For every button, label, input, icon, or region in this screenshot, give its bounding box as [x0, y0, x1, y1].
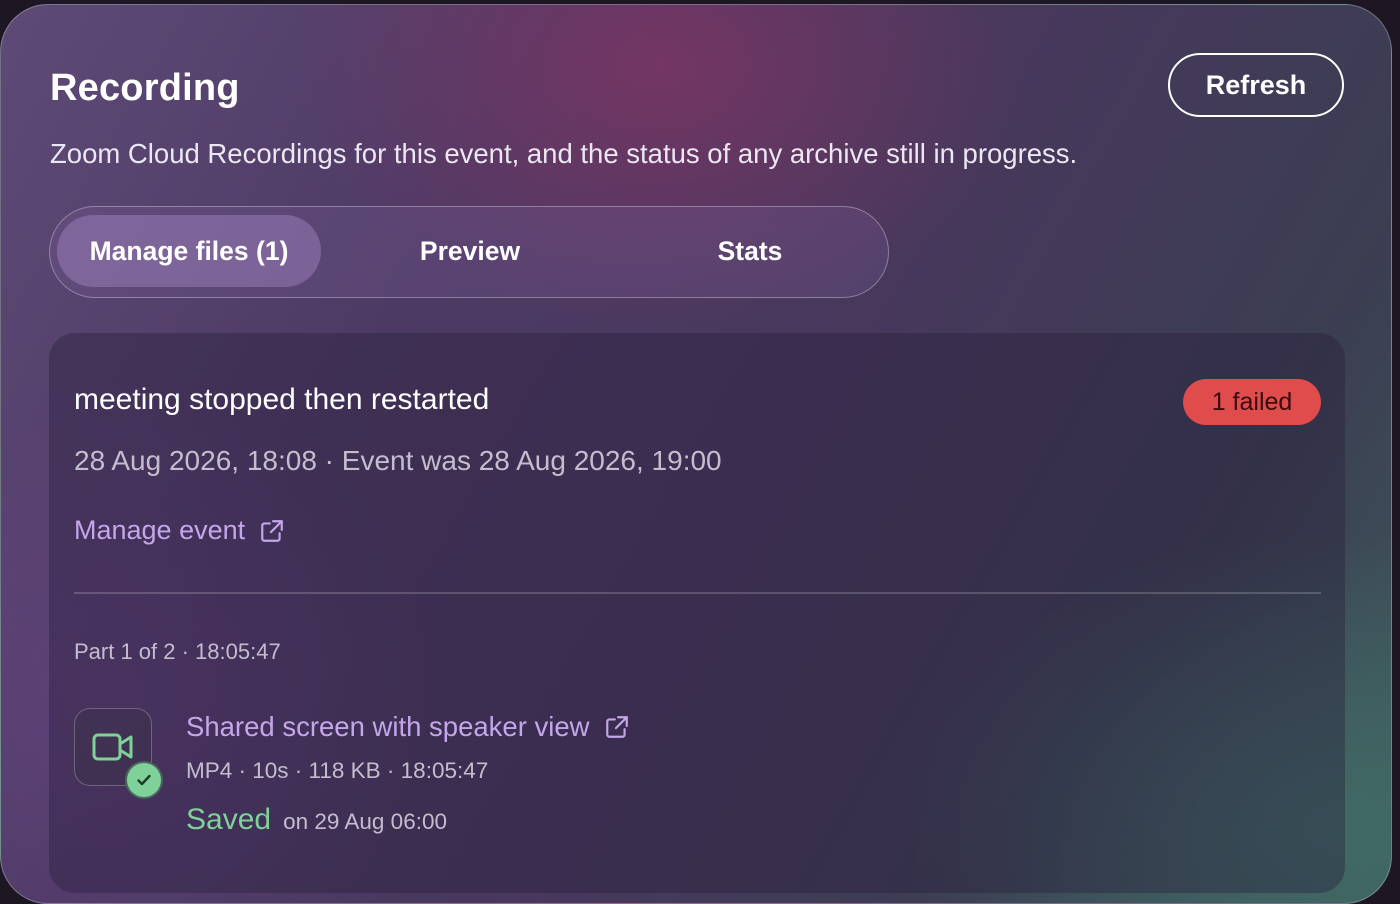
refresh-button[interactable]: Refresh [1168, 53, 1344, 117]
saved-status: Saved [186, 803, 272, 836]
check-icon [125, 761, 163, 799]
manage-event-link[interactable]: Manage event [74, 515, 285, 546]
video-camera-icon [92, 733, 133, 761]
manage-event-label: Manage event [74, 515, 246, 545]
tab-manage-files[interactable]: Manage files (1) [57, 215, 321, 287]
recording-panel: Recording Refresh Zoom Cloud Recordings … [0, 4, 1392, 904]
external-link-icon [605, 716, 628, 738]
failed-status-badge: 1 failed [1183, 379, 1321, 425]
recording-card: meeting stopped then restarted 1 failed … [49, 333, 1345, 893]
page-subtitle: Zoom Cloud Recordings for this event, an… [50, 138, 1078, 169]
file-meta: MP4 · 10s · 118 KB · 18:05:47 [186, 758, 489, 783]
meeting-title: meeting stopped then restarted [74, 383, 490, 416]
meeting-meta: 28 Aug 2026, 18:08 · Event was 28 Aug 20… [74, 445, 722, 476]
external-link-icon [261, 519, 283, 542]
tab-stats[interactable]: Stats [630, 215, 870, 287]
tab-bar: Manage files (1) Preview Stats [49, 206, 889, 298]
file-status: Saved on 29 Aug 06:00 [186, 803, 447, 837]
file-name-link[interactable]: Shared screen with speaker view [186, 711, 630, 743]
saved-timestamp: on 29 Aug 06:00 [283, 809, 447, 834]
file-name-label: Shared screen with speaker view [186, 711, 590, 742]
part-label: Part 1 of 2 · 18:05:47 [74, 639, 281, 664]
page-title: Recording [50, 67, 240, 109]
divider [74, 592, 1321, 594]
tab-preview[interactable]: Preview [350, 215, 590, 287]
